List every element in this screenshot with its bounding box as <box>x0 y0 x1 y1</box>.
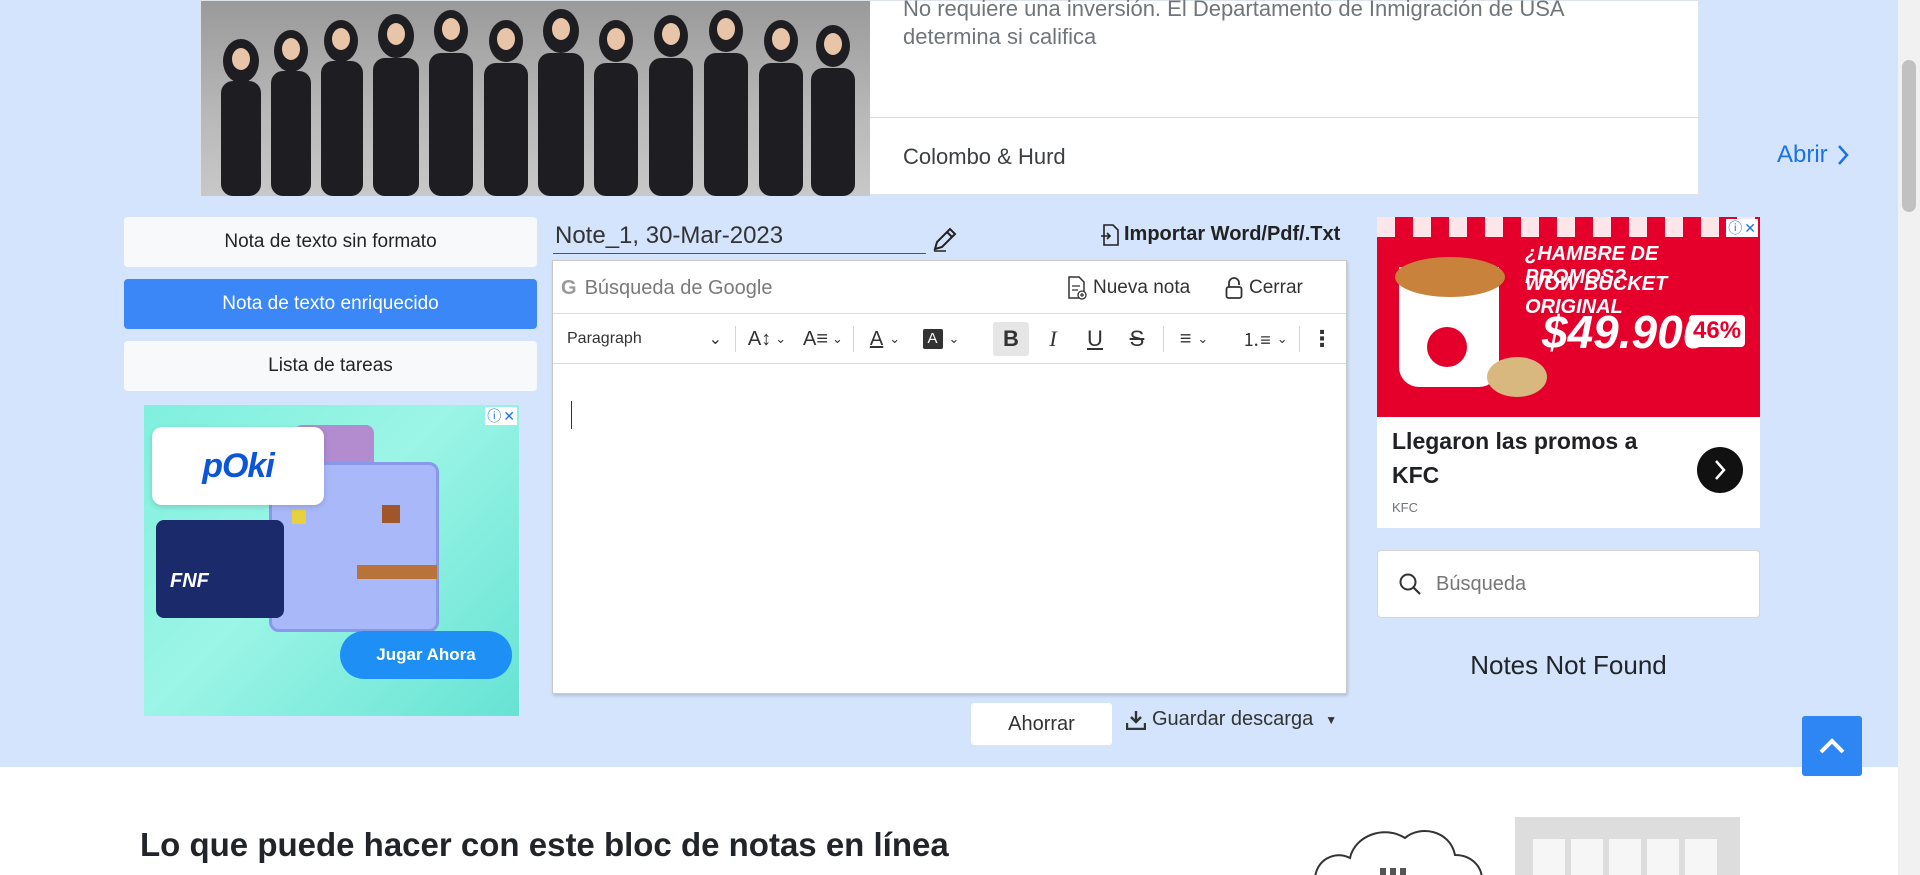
ad-open-label: Abrir <box>1777 141 1828 168</box>
ad-description: No requiere una inversión. El Departamen… <box>903 0 1564 49</box>
poki-logo: pOki <box>152 427 324 505</box>
search-icon <box>1399 573 1421 595</box>
rich-text-note-button[interactable]: Nota de texto enriquecido <box>124 279 537 329</box>
download-icon <box>1126 710 1146 730</box>
toolbar-separator <box>1163 326 1164 352</box>
font-family-icon: A≡ <box>803 327 829 350</box>
chevron-down-icon: ⌄ <box>708 331 722 348</box>
download-label: Guardar descarga <box>1152 708 1314 730</box>
ad-choices[interactable]: ⓘ ✕ <box>485 407 517 425</box>
kfc-ad-title: Llegaron las promos a KFC <box>1392 428 1638 488</box>
italic-button[interactable]: I <box>1035 322 1071 356</box>
kfc-ad[interactable]: ¿HAMBRE DE PROMOS? WOW BUCKET ORIGINAL $… <box>1377 217 1760 528</box>
close-label: Cerrar <box>1249 277 1303 298</box>
import-label: Importar Word/Pdf/.Txt <box>1124 223 1341 245</box>
ad-open-link[interactable]: Abrir <box>1777 141 1850 169</box>
close-icon[interactable]: ✕ <box>503 407 515 425</box>
close-note-button[interactable]: Cerrar <box>1225 276 1303 300</box>
chevron-right-icon <box>1837 145 1849 165</box>
kfc-discount: 46% <box>1689 315 1746 347</box>
highlight-icon: A <box>922 329 943 349</box>
ad-advertiser: Colombo & Hurd <box>903 144 1066 169</box>
italic-icon: I <box>1049 326 1057 351</box>
font-family-button[interactable]: A≡ ⌄ <box>799 322 847 356</box>
paragraph-style-select[interactable]: Paragraph ⌄ <box>567 322 722 356</box>
align-left-icon: ≡ <box>1179 327 1192 350</box>
more-options-button[interactable]: ⋮ <box>1307 322 1337 356</box>
toolbar-separator <box>735 326 736 352</box>
features-heading: Lo que puede hacer con este bloc de nota… <box>140 826 949 863</box>
kfc-ad-brand: KFC <box>1392 500 1418 515</box>
chevron-up-icon <box>1819 738 1845 754</box>
top-banner-ad[interactable]: No requiere una inversión. El Departamen… <box>200 0 1849 196</box>
google-icon: G <box>561 277 577 299</box>
kfc-ad-image: ¿HAMBRE DE PROMOS? WOW BUCKET ORIGINAL $… <box>1377 217 1760 417</box>
paragraph-style-label: Paragraph <box>567 330 642 347</box>
chevron-down-icon: ⌄ <box>1197 331 1209 346</box>
rich-text-editor[interactable]: G Búsqueda de Google Nueva nota Cerrar P… <box>552 260 1347 694</box>
google-search-input[interactable]: G Búsqueda de Google <box>561 277 773 300</box>
chevron-down-icon: ⌄ <box>948 331 960 346</box>
file-import-icon <box>1101 223 1119 246</box>
bold-button[interactable]: B <box>993 322 1029 356</box>
align-button[interactable]: ≡ ⌄ <box>1169 322 1219 356</box>
ad-team-photo <box>201 1 870 196</box>
chevron-down-icon: ⌄ <box>832 331 843 346</box>
scroll-to-top-button[interactable] <box>1802 716 1862 776</box>
ad-choices[interactable]: ⓘ ✕ <box>1726 219 1758 237</box>
bold-icon: B <box>1003 326 1019 351</box>
task-list-button[interactable]: Lista de tareas <box>124 341 537 391</box>
poki-ad[interactable]: FNF pOki Jugar Ahora ⓘ ✕ <box>144 405 519 716</box>
numbered-list-icon: ⒈≡ <box>1242 330 1271 350</box>
play-now-button[interactable]: Jugar Ahora <box>340 631 512 679</box>
import-file-link[interactable]: Importar Word/Pdf/.Txt <box>1100 223 1340 246</box>
lock-icon <box>1225 277 1243 299</box>
info-icon[interactable]: ⓘ <box>1728 219 1742 237</box>
plain-text-note-button[interactable]: Nota de texto sin formato <box>124 217 537 267</box>
chevron-down-icon: ⌄ <box>1276 331 1288 346</box>
toolbar-separator <box>1299 326 1300 352</box>
new-note-button[interactable]: Nueva nota <box>1067 276 1190 300</box>
toolbar-separator <box>853 326 854 352</box>
text-cursor <box>571 401 572 429</box>
strikethrough-icon: S <box>1129 326 1145 351</box>
pencil-icon[interactable] <box>930 224 960 254</box>
cloud-illustration-icon <box>1314 830 1483 875</box>
google-search-placeholder: Búsqueda de Google <box>584 277 773 299</box>
save-button[interactable]: Ahorrar <box>971 703 1112 745</box>
strikethrough-button[interactable]: S <box>1119 322 1155 356</box>
scrollbar-thumb[interactable] <box>1902 60 1916 212</box>
more-vertical-icon: ⋮ <box>1311 326 1333 351</box>
new-note-label: Nueva nota <box>1093 277 1191 298</box>
font-size-icon: A↕ <box>747 327 772 350</box>
underline-icon: U <box>1087 326 1103 351</box>
chevron-down-icon: ⌄ <box>889 331 901 346</box>
font-color-button[interactable]: A ⌄ <box>861 322 909 356</box>
font-color-icon: A <box>869 327 884 350</box>
chevron-down-icon: ⌄ <box>775 331 787 346</box>
info-icon[interactable]: ⓘ <box>487 407 501 425</box>
formatting-toolbar: Paragraph ⌄ A↕⌄ A≡⌄ A⌄ A⌄ B I U S ≡ <box>553 314 1346 364</box>
search-placeholder: Búsqueda <box>1436 572 1527 595</box>
google-search-bar: G Búsqueda de Google Nueva nota Cerrar <box>553 261 1346 314</box>
chevron-right-icon <box>1715 460 1726 480</box>
note-title-input[interactable]: Note_1, 30-Mar-2023 <box>553 218 926 254</box>
underline-button[interactable]: U <box>1077 322 1113 356</box>
list-button[interactable]: ⒈≡ ⌄ <box>1237 322 1293 356</box>
kfc-price: $49.900 <box>1542 306 1709 358</box>
close-icon[interactable]: ✕ <box>1744 219 1756 237</box>
notes-search-input[interactable]: Búsqueda <box>1377 550 1760 618</box>
divider <box>870 117 1700 118</box>
new-note-icon <box>1068 276 1087 300</box>
font-size-button[interactable]: A↕ ⌄ <box>743 322 791 356</box>
save-download-dropdown[interactable]: Guardar descarga ▼ <box>1126 708 1337 731</box>
caret-down-icon: ▼ <box>1325 712 1338 727</box>
kfc-ad-open-button[interactable] <box>1697 447 1743 493</box>
background-color-button[interactable]: A ⌄ <box>917 322 965 356</box>
notes-empty-message: Notes Not Found <box>1470 650 1667 680</box>
ad-game-tile: FNF <box>156 520 284 618</box>
table-illustration <box>1515 817 1740 875</box>
